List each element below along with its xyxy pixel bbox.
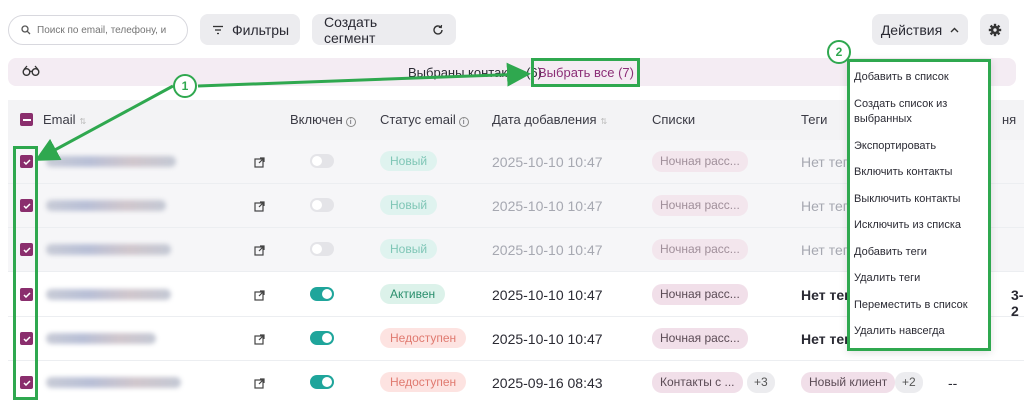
search-field[interactable] (8, 15, 188, 45)
sort-icon: ⇅ (79, 117, 87, 126)
list-tag[interactable]: Ночная расс... (652, 239, 748, 260)
column-email[interactable]: Email ⇅ (43, 112, 86, 127)
list-tag[interactable]: Ночная расс... (652, 284, 748, 305)
date-added: 2025-10-10 10:47 (492, 331, 603, 347)
menu-item-exclude-from-list[interactable]: Исключить из списка (854, 218, 982, 233)
list-tag[interactable]: Ночная расс... (652, 151, 748, 172)
enabled-toggle[interactable] (310, 198, 334, 212)
column-status[interactable]: Статус email i (380, 112, 469, 127)
chevron-up-icon (950, 27, 959, 33)
filters-label: Фильтры (232, 21, 290, 38)
column-extra[interactable]: ня (1002, 112, 1016, 127)
date-added: 2025-10-10 10:47 (492, 198, 603, 214)
table-row[interactable]: Недоступен 2025-09-16 08:43 Контакты с .… (8, 361, 1024, 405)
menu-item-disable-contacts[interactable]: Выключить контакты (854, 192, 982, 207)
tag-chip[interactable]: Новый клиент (801, 372, 896, 393)
extra-cell: -- (948, 375, 958, 391)
create-segment-button[interactable]: Создать сегмент (312, 13, 456, 46)
date-added: 2025-09-16 08:43 (492, 375, 603, 391)
info-icon: i (458, 117, 469, 127)
select-all-highlight (531, 58, 640, 87)
menu-item-export[interactable]: Экспортировать (854, 139, 982, 154)
annotation-badge-2: 2 (827, 40, 851, 64)
create-segment-label: Создать сегмент (324, 13, 378, 46)
menu-item-delete-forever[interactable]: Удалить навсегда (854, 324, 982, 339)
menu-item-add-to-list[interactable]: Добавить в список (854, 70, 982, 85)
enabled-toggle[interactable] (310, 154, 334, 168)
status-badge: Недоступен (380, 328, 467, 348)
search-input[interactable] (37, 24, 177, 36)
open-link-icon[interactable] (254, 376, 265, 394)
column-email-label: Email (43, 112, 76, 127)
list-tag[interactable]: Контакты с ... (652, 372, 743, 393)
menu-item-create-list[interactable]: Создать список из выбранных (854, 97, 982, 127)
column-date-label: Дата добавления (492, 112, 597, 127)
date-added: 2025-10-10 10:47 (492, 287, 603, 303)
menu-item-remove-tags[interactable]: Удалить теги (854, 271, 982, 286)
open-link-icon[interactable] (254, 155, 265, 173)
actions-label: Действия (880, 21, 943, 38)
column-status-label: Статус email (380, 112, 456, 127)
list-tag[interactable]: Ночная расс... (652, 195, 748, 216)
list-tag[interactable]: Ночная расс... (652, 328, 748, 349)
tags-cell: Нет тег (801, 331, 850, 347)
open-link-icon[interactable] (254, 288, 265, 306)
status-badge: Новый (380, 195, 438, 215)
enabled-toggle[interactable] (310, 242, 334, 256)
enabled-toggle[interactable] (310, 331, 334, 345)
column-lists[interactable]: Списки (652, 112, 695, 127)
date-added: 2025-10-10 10:47 (492, 242, 603, 258)
actions-button[interactable]: Действия (872, 14, 968, 45)
annotation-badge-1: 1 (173, 74, 197, 98)
menu-item-move-to-list[interactable]: Переместить в список (854, 298, 982, 313)
email-blurred (46, 156, 176, 167)
extra-cell: 3-2 (1011, 287, 1024, 319)
refresh-icon (432, 24, 444, 36)
info-icon: i (345, 117, 356, 127)
sort-icon: ⇅ (600, 117, 608, 126)
tag-more-badge[interactable]: +2 (895, 372, 923, 393)
menu-item-add-tags[interactable]: Добавить теги (854, 245, 982, 260)
open-link-icon[interactable] (254, 332, 265, 350)
enabled-toggle[interactable] (310, 287, 334, 301)
email-blurred (46, 333, 156, 344)
open-link-icon[interactable] (254, 243, 265, 261)
menu-item-enable-contacts[interactable]: Включить контакты (854, 165, 982, 180)
open-link-icon[interactable] (254, 199, 265, 217)
select-all-checkbox[interactable] (20, 113, 33, 126)
filter-icon (212, 25, 224, 35)
enabled-toggle[interactable] (310, 375, 334, 389)
glasses-icon[interactable] (22, 64, 40, 82)
settings-button[interactable] (980, 14, 1009, 45)
list-more-badge[interactable]: +3 (747, 372, 775, 393)
status-badge: Новый (380, 151, 438, 171)
column-enabled-label: Включен (290, 112, 343, 127)
tags-cell: Нет тег (801, 287, 850, 303)
status-badge: Новый (380, 239, 438, 259)
status-badge: Активен (380, 284, 446, 304)
search-icon (21, 25, 31, 35)
gear-icon (988, 23, 1002, 37)
actions-dropdown-menu: Добавить в список Создать список из выбр… (847, 59, 991, 351)
email-blurred (46, 377, 181, 388)
column-enabled[interactable]: Включен i (290, 112, 356, 127)
email-blurred (46, 289, 171, 300)
email-blurred (46, 244, 171, 255)
column-date[interactable]: Дата добавления ⇅ (492, 112, 607, 127)
date-added: 2025-10-10 10:47 (492, 154, 603, 170)
column-tags[interactable]: Теги (801, 112, 827, 127)
status-badge: Недоступен (380, 372, 467, 392)
selected-count-text: Выбраны контакты (6) (408, 65, 542, 80)
filters-button[interactable]: Фильтры (200, 14, 300, 45)
email-blurred (46, 200, 166, 211)
checkbox-column-highlight (13, 146, 38, 400)
